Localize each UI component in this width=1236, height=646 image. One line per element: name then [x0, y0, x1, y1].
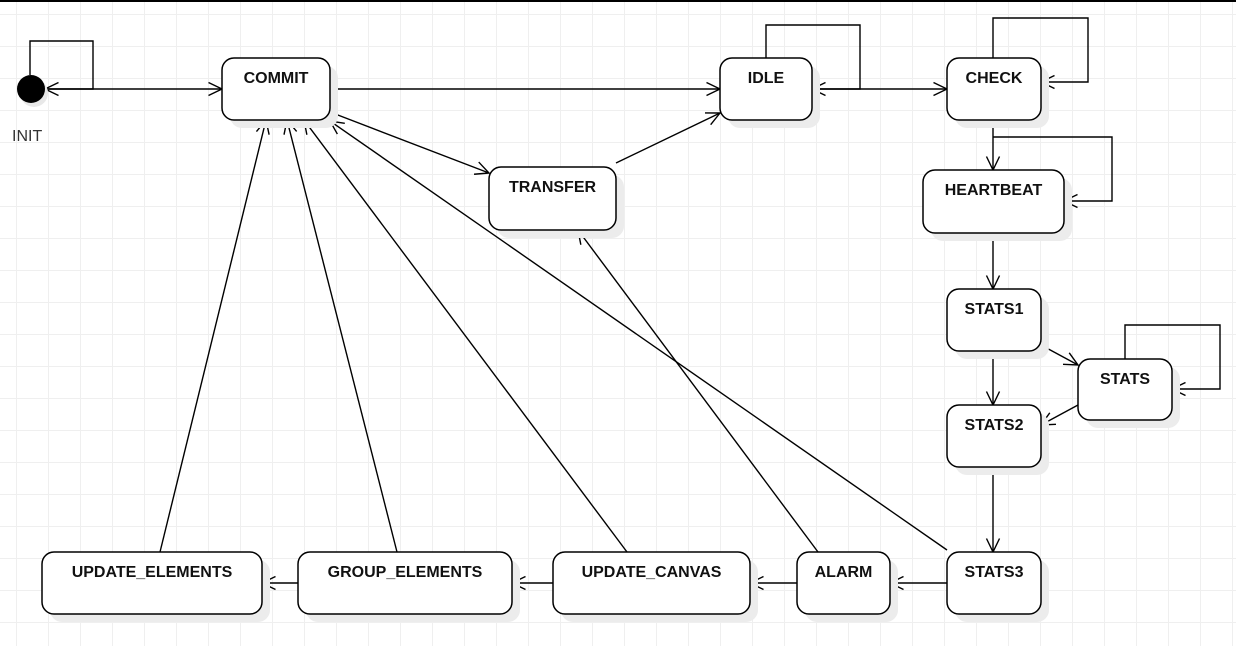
state-box	[922, 169, 1065, 234]
state-stats2[interactable]: STATS2	[946, 404, 1049, 475]
state-label: UPDATE_ELEMENTS	[72, 564, 233, 581]
state-box	[297, 551, 513, 615]
state-commit[interactable]: COMMIT	[221, 57, 338, 128]
state-transfer[interactable]: TRANSFER	[488, 166, 624, 238]
transition-stats1-to-stats2[interactable]	[985, 351, 1001, 407]
state-check[interactable]: CHECK	[946, 57, 1049, 128]
state-group-elements[interactable]: GROUP_ELEMENTS	[297, 551, 520, 622]
state-box	[488, 166, 617, 231]
state-label: STATS3	[965, 564, 1024, 581]
state-idle[interactable]: IDLE	[719, 57, 820, 128]
transition-heartbeat-to-stats1[interactable]	[985, 233, 1001, 291]
state-label: TRANSFER	[509, 179, 597, 196]
transition-stats3-to-commit[interactable]	[328, 120, 948, 551]
state-update-canvas[interactable]: UPDATE_CANVAS	[552, 551, 758, 622]
state-box	[41, 551, 263, 615]
transition-stats3-to-alarm[interactable]	[888, 575, 947, 591]
state-update-elements[interactable]: UPDATE_ELEMENTS	[41, 551, 270, 622]
state-label: STATS1	[965, 301, 1024, 318]
state-box	[552, 551, 751, 615]
state-box	[719, 57, 813, 121]
transition-commit-to-transfer[interactable]	[329, 111, 491, 175]
state-stats1[interactable]: STATS1	[946, 288, 1049, 359]
state-diagram: INIT COMMIT IDLE CHECK TRANSFER HEARTBEAT STAT…	[12, 17, 1221, 622]
state-box	[946, 57, 1042, 121]
transition-update_elements-to-commit[interactable]	[159, 118, 270, 553]
state-label: GROUP_ELEMENTS	[328, 564, 483, 581]
state-label: STATS	[1100, 371, 1150, 388]
state-box	[1077, 358, 1173, 421]
state-label: CHECK	[966, 70, 1023, 87]
state-box	[946, 288, 1042, 352]
state-label: HEARTBEAT	[945, 182, 1043, 199]
state-box	[946, 551, 1042, 615]
transition-check-to-heartbeat[interactable]	[985, 123, 1001, 172]
state-label: STATS2	[965, 417, 1024, 434]
transition-init-to-commit[interactable]	[45, 81, 224, 97]
initial-state-label: INIT	[12, 128, 42, 145]
state-box	[796, 551, 891, 615]
state-label: IDLE	[748, 70, 785, 87]
initial-state-node[interactable]	[17, 75, 45, 103]
state-alarm[interactable]: ALARM	[796, 551, 898, 622]
transition-stats2-to-stats3[interactable]	[985, 467, 1001, 554]
state-box	[221, 57, 331, 121]
state-heartbeat[interactable]: HEARTBEAT	[922, 169, 1072, 241]
transition-alarm-to-transfer[interactable]	[577, 228, 819, 553]
transition-transfer-to-idle[interactable]	[615, 112, 722, 164]
state-stats[interactable]: STATS	[1077, 358, 1180, 428]
transition-group_elements-to-commit[interactable]	[283, 118, 398, 553]
state-box	[946, 404, 1042, 468]
state-label: UPDATE_CANVAS	[582, 564, 722, 581]
state-stats3[interactable]: STATS3	[946, 551, 1049, 622]
state-label: COMMIT	[244, 70, 309, 87]
transition-idle-to-check[interactable]	[812, 81, 949, 97]
transition-commit-to-idle[interactable]	[330, 81, 722, 97]
state-label: ALARM	[815, 564, 873, 581]
